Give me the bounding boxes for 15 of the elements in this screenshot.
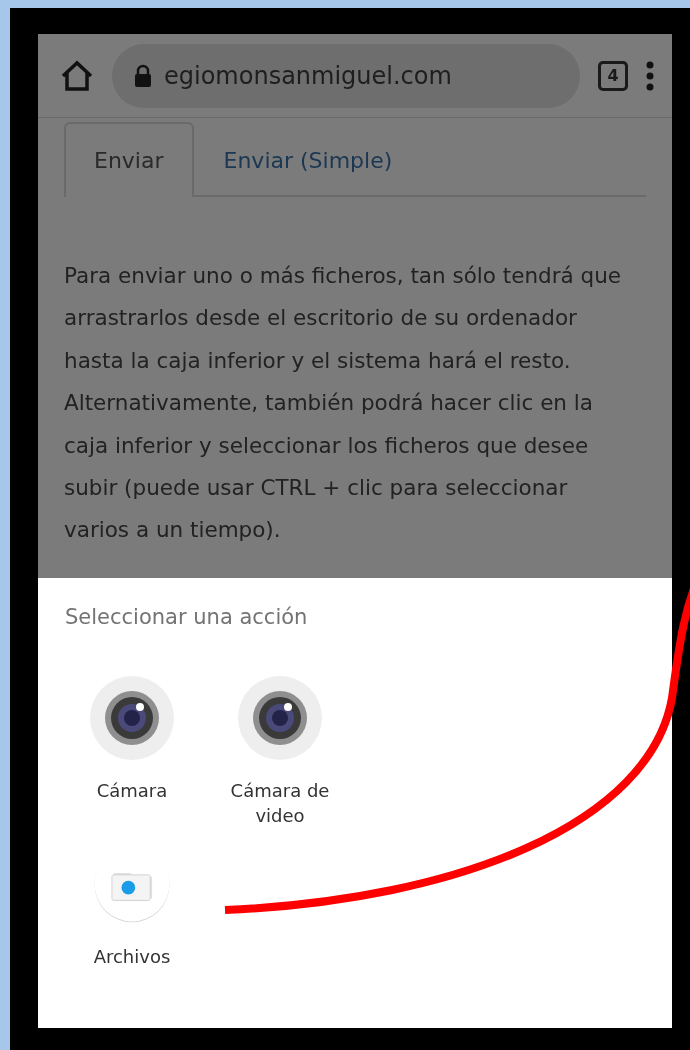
instructions-paragraph: Para enviar uno o más ficheros, tan sólo tendrá que arrastrarlos desde el escritorio de su ordenador hasta la caja inferior y el sistema hará el resto. Alternativamente, también podrá hacer clic en la caja inferior y seleccionar los ficheros que desee subir (puede usar CTRL + clic para seleccionar varios a un tiempo). xyxy=(64,262,623,545)
home-icon[interactable] xyxy=(60,59,94,92)
action-option[interactable]: Archivos xyxy=(58,841,206,969)
action-option[interactable]: Cámara xyxy=(58,675,206,828)
address-bar[interactable]: egiomonsanmiguel.com xyxy=(112,43,580,108)
url-text: egiomonsanmiguel.com xyxy=(164,60,452,92)
page-tab[interactable]: Enviar xyxy=(64,122,194,197)
lock-icon xyxy=(134,63,152,88)
page-tab[interactable]: Enviar (Simple) xyxy=(193,122,423,197)
camera-lens-icon xyxy=(238,675,322,760)
action-option[interactable]: Cámara de video xyxy=(206,675,354,828)
camera-lens-icon xyxy=(90,675,174,760)
tab-count[interactable]: 4 xyxy=(598,60,628,91)
sheet-title: Seleccionar una acción xyxy=(65,604,309,631)
menu-icon[interactable] xyxy=(646,60,654,91)
